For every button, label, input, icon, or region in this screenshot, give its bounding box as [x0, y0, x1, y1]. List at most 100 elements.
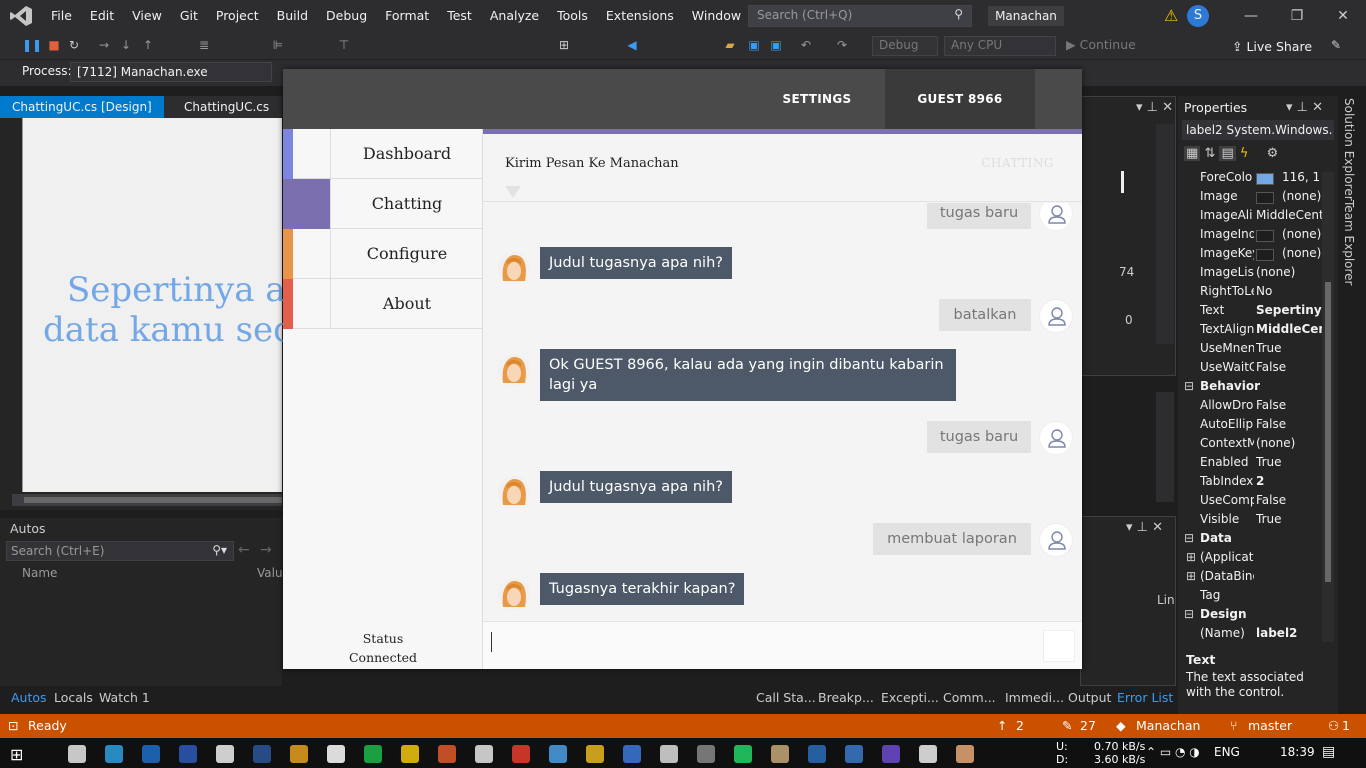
property-row[interactable]: Image (none): [1180, 189, 1328, 208]
taskbar-app-icon[interactable]: [401, 745, 419, 763]
restart-icon[interactable]: ↻: [66, 37, 82, 53]
property-value[interactable]: True: [1256, 455, 1282, 469]
property-value[interactable]: (none): [1282, 246, 1321, 260]
close-icon[interactable]: ✕: [1320, 0, 1366, 32]
pencil-icon[interactable]: ✎: [1062, 718, 1072, 733]
menu-build[interactable]: Build: [268, 0, 317, 32]
nav-settings[interactable]: SETTINGS: [767, 69, 867, 129]
property-category[interactable]: ⊟ Design: [1180, 607, 1328, 626]
property-value[interactable]: No: [1256, 284, 1272, 298]
property-row[interactable]: ImageKey (none): [1180, 246, 1328, 265]
search-input[interactable]: Search (Ctrl+Q) ⚲: [748, 5, 972, 27]
clock[interactable]: 18:39: [1280, 745, 1315, 759]
align-top-icon[interactable]: ⊤: [336, 37, 352, 53]
live-share-button[interactable]: ⇪ Live Share: [1232, 39, 1312, 54]
taskbar-app-icon[interactable]: [697, 745, 715, 763]
message-input[interactable]: [483, 621, 1082, 669]
tray-icons[interactable]: ⌃ ▭ ◔ ◑: [1146, 745, 1200, 759]
feedback-icon[interactable]: ✎: [1328, 37, 1344, 53]
collapse-icon[interactable]: ⊟: [1184, 379, 1194, 393]
design-canvas[interactable]: Sepertinya ak data kamu sed: [22, 118, 306, 492]
taskbar-app-icon[interactable]: [438, 745, 456, 763]
menu-file[interactable]: File: [42, 0, 81, 32]
continue-button[interactable]: ▶ Continue: [1066, 37, 1136, 52]
taskbar-app-icon[interactable]: [882, 745, 900, 763]
property-row[interactable]: Text Sepertinya: [1180, 303, 1328, 322]
menu-view[interactable]: View: [123, 0, 171, 32]
notification-icon[interactable]: ⚇: [1328, 718, 1339, 733]
maximize-icon[interactable]: ❐: [1274, 0, 1320, 32]
taskbar-app-icon[interactable]: [586, 745, 604, 763]
properties-icon[interactable]: ▤: [1219, 146, 1236, 161]
taskbar-app-icon[interactable]: [216, 745, 234, 763]
panel-pin-icons[interactable]: ▾ ⊥ ✕: [1084, 100, 1173, 115]
property-value[interactable]: False: [1256, 398, 1286, 412]
tab-bottom-3[interactable]: Comm...: [943, 690, 996, 705]
property-row[interactable]: ImageInd (none): [1180, 227, 1328, 246]
step-out-icon[interactable]: ↑: [140, 37, 156, 53]
property-row[interactable]: Enabled True: [1180, 455, 1328, 474]
taskbar-app-icon[interactable]: [808, 745, 826, 763]
open-folder-icon[interactable]: ▰: [722, 37, 738, 53]
redo-icon[interactable]: ↷: [834, 37, 850, 53]
menu-format[interactable]: Format: [376, 0, 438, 32]
property-pages-icon[interactable]: ⚙: [1267, 146, 1279, 161]
property-row[interactable]: UseMnen True: [1180, 341, 1328, 360]
properties-pin-icons[interactable]: ▾ ⊥ ✕: [1286, 100, 1323, 115]
property-value[interactable]: 2: [1256, 474, 1264, 488]
taskbar-app-icon[interactable]: [919, 745, 937, 763]
taskbar-app-icon[interactable]: [327, 745, 345, 763]
taskbar-app-icon[interactable]: [290, 745, 308, 763]
property-value[interactable]: MiddleCent: [1256, 322, 1328, 336]
menu-extensions[interactable]: Extensions: [597, 0, 683, 32]
sidebar-item-chatting[interactable]: Chatting: [283, 179, 483, 229]
nav-guest-user[interactable]: GUEST 8966: [885, 69, 1035, 129]
property-row[interactable]: ContextM (none): [1180, 436, 1328, 455]
taskbar-app-icon[interactable]: [734, 745, 752, 763]
status-notif[interactable]: 1: [1342, 718, 1350, 733]
user-avatar[interactable]: S: [1187, 5, 1209, 27]
status-branch[interactable]: master: [1248, 718, 1292, 733]
sidebar-item-about[interactable]: About: [283, 279, 483, 329]
undo-icon[interactable]: ↶: [798, 37, 814, 53]
menu-window[interactable]: Window: [683, 0, 750, 32]
taskbar-app-icon[interactable]: [660, 745, 678, 763]
tab-bottom-5[interactable]: Output: [1068, 690, 1111, 705]
repo-icon[interactable]: ◆: [1116, 718, 1126, 733]
collapse-icon[interactable]: ⊟: [1184, 531, 1194, 545]
property-row[interactable]: Tag: [1180, 588, 1328, 607]
bg-scrollbar[interactable]: [1156, 124, 1174, 344]
status-repo[interactable]: Manachan: [1136, 718, 1200, 733]
property-row[interactable]: UseComp False: [1180, 493, 1328, 512]
tab-autos[interactable]: Autos: [11, 690, 47, 705]
tab-team-explorer[interactable]: Team Explorer: [1342, 200, 1356, 286]
align-left-icon[interactable]: ⊫: [270, 37, 286, 53]
property-row[interactable]: TabIndex 2: [1180, 474, 1328, 493]
publish-icon[interactable]: ↑: [997, 718, 1007, 733]
menu-edit[interactable]: Edit: [81, 0, 123, 32]
expand-icon[interactable]: ⊞: [1186, 569, 1196, 583]
tab-bottom-0[interactable]: Call Sta...: [756, 690, 816, 705]
menu-project[interactable]: Project: [207, 0, 268, 32]
property-value[interactable]: (none): [1282, 227, 1321, 241]
tab-bottom-2[interactable]: Excepti...: [881, 690, 939, 705]
send-button[interactable]: [1043, 630, 1075, 662]
pause-icon[interactable]: ❚❚: [22, 37, 42, 53]
designer-scrollbar[interactable]: [12, 494, 282, 506]
property-value[interactable]: False: [1256, 360, 1286, 374]
events-icon[interactable]: ϟ: [1240, 146, 1249, 161]
language-indicator[interactable]: ENG: [1214, 745, 1240, 759]
property-value[interactable]: Sepertinya: [1256, 303, 1328, 317]
property-row[interactable]: Visible True: [1180, 512, 1328, 531]
property-category[interactable]: ⊟ Data: [1180, 531, 1328, 550]
property-row[interactable]: ⊞ (Applicat: [1180, 550, 1328, 569]
tab-solution-explorer[interactable]: Solution Explorer: [1342, 98, 1356, 201]
collapse-icon[interactable]: ⊟: [1184, 607, 1194, 621]
visual-studio-logo-icon[interactable]: [10, 6, 32, 26]
taskbar-app-icon[interactable]: [179, 745, 197, 763]
sidebar-item-configure[interactable]: Configure: [283, 229, 483, 279]
property-row[interactable]: ⊞ (DataBind: [1180, 569, 1328, 588]
property-row[interactable]: ImageAli MiddleCent: [1180, 208, 1328, 227]
taskbar-app-icon[interactable]: [105, 745, 123, 763]
designer-label-line1[interactable]: Sepertinya ak: [67, 270, 306, 310]
